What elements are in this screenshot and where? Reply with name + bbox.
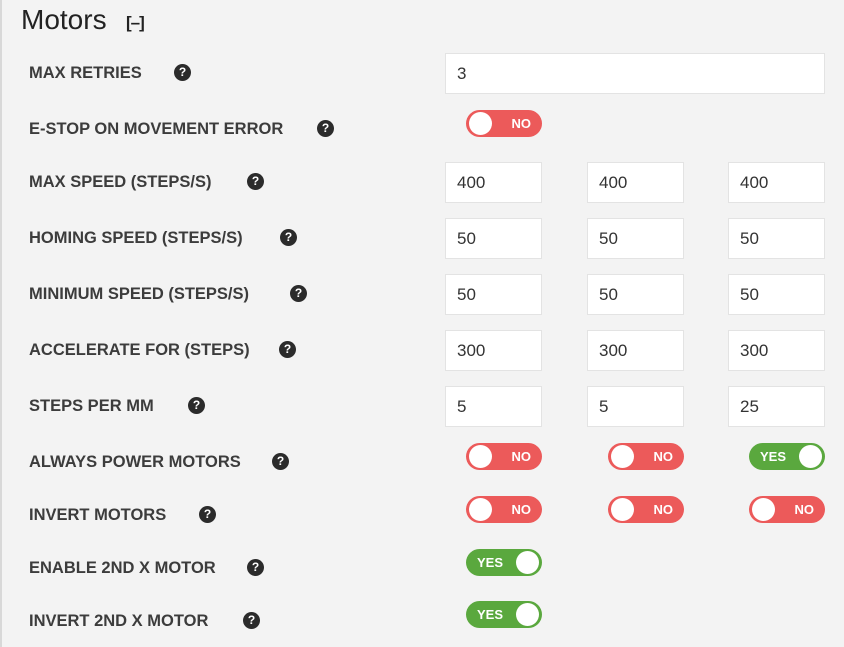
help-icon[interactable]: ? (247, 559, 264, 576)
help-icon[interactable]: ? (290, 285, 307, 302)
invert-motors-x-toggle[interactable]: NO (466, 496, 542, 523)
max-retries-label: MAX RETRIES (29, 64, 142, 82)
toggle-text: NO (511, 116, 532, 131)
toggle-knob (611, 445, 634, 468)
invert-2nd-x-toggle[interactable]: YES (466, 601, 542, 628)
steps-per-mm-label: STEPS PER MM (29, 397, 154, 415)
max-speed-x-input[interactable]: 400 (445, 162, 542, 203)
toggle-text: NO (653, 502, 674, 517)
help-icon[interactable]: ? (188, 397, 205, 414)
invert-motors-z-toggle[interactable]: NO (749, 496, 825, 523)
toggle-text: YES (477, 555, 504, 570)
accelerate-label: ACCELERATE FOR (STEPS) (29, 341, 250, 359)
invert-2nd-x-label: INVERT 2ND X MOTOR (29, 612, 209, 630)
toggle-knob (516, 603, 539, 626)
always-power-z-toggle[interactable]: YES (749, 443, 825, 470)
help-icon[interactable]: ? (280, 229, 297, 246)
homing-speed-label: HOMING SPEED (STEPS/S) (29, 229, 243, 247)
section-title: Motors (21, 4, 107, 35)
help-icon[interactable]: ? (243, 612, 260, 629)
toggle-text: NO (511, 502, 532, 517)
enable-2nd-x-label: ENABLE 2ND X MOTOR (29, 559, 216, 577)
toggle-knob (469, 498, 492, 521)
help-icon[interactable]: ? (247, 173, 264, 190)
accelerate-x-input[interactable]: 300 (445, 330, 542, 371)
steps-per-mm-z-input[interactable]: 25 (728, 386, 825, 427)
homing-speed-y-input[interactable]: 50 (587, 218, 684, 259)
minimum-speed-y-input[interactable]: 50 (587, 274, 684, 315)
estop-toggle[interactable]: NO (466, 110, 542, 137)
always-power-label: ALWAYS POWER MOTORS (29, 453, 241, 471)
max-retries-input[interactable]: 3 (445, 53, 825, 94)
homing-speed-x-input[interactable]: 50 (445, 218, 542, 259)
minimum-speed-z-input[interactable]: 50 (728, 274, 825, 315)
collapse-toggle[interactable]: [–] (126, 13, 145, 33)
toggle-text: NO (794, 502, 815, 517)
motors-panel: Motors [–] MAX RETRIES ? 3 E-STOP ON MOV… (0, 0, 842, 647)
invert-motors-y-toggle[interactable]: NO (608, 496, 684, 523)
help-icon[interactable]: ? (199, 506, 216, 523)
steps-per-mm-y-input[interactable]: 5 (587, 386, 684, 427)
estop-label: E-STOP ON MOVEMENT ERROR (29, 120, 284, 138)
max-speed-z-input[interactable]: 400 (728, 162, 825, 203)
enable-2nd-x-toggle[interactable]: YES (466, 549, 542, 576)
always-power-x-toggle[interactable]: NO (466, 443, 542, 470)
max-speed-label: MAX SPEED (STEPS/S) (29, 173, 212, 191)
accelerate-y-input[interactable]: 300 (587, 330, 684, 371)
always-power-y-toggle[interactable]: NO (608, 443, 684, 470)
homing-speed-z-input[interactable]: 50 (728, 218, 825, 259)
help-icon[interactable]: ? (174, 64, 191, 81)
max-speed-y-input[interactable]: 400 (587, 162, 684, 203)
toggle-text: YES (760, 449, 787, 464)
help-icon[interactable]: ? (279, 341, 296, 358)
accelerate-z-input[interactable]: 300 (728, 330, 825, 371)
toggle-knob (799, 445, 822, 468)
toggle-knob (611, 498, 634, 521)
steps-per-mm-x-input[interactable]: 5 (445, 386, 542, 427)
toggle-text: NO (653, 449, 674, 464)
minimum-speed-x-input[interactable]: 50 (445, 274, 542, 315)
toggle-text: NO (511, 449, 532, 464)
toggle-knob (469, 112, 492, 135)
toggle-text: YES (477, 607, 504, 622)
toggle-knob (469, 445, 492, 468)
invert-motors-label: INVERT MOTORS (29, 506, 167, 524)
minimum-speed-label: MINIMUM SPEED (STEPS/S) (29, 285, 250, 303)
help-icon[interactable]: ? (317, 120, 334, 137)
toggle-knob (752, 498, 775, 521)
help-icon[interactable]: ? (272, 453, 289, 470)
toggle-knob (516, 551, 539, 574)
